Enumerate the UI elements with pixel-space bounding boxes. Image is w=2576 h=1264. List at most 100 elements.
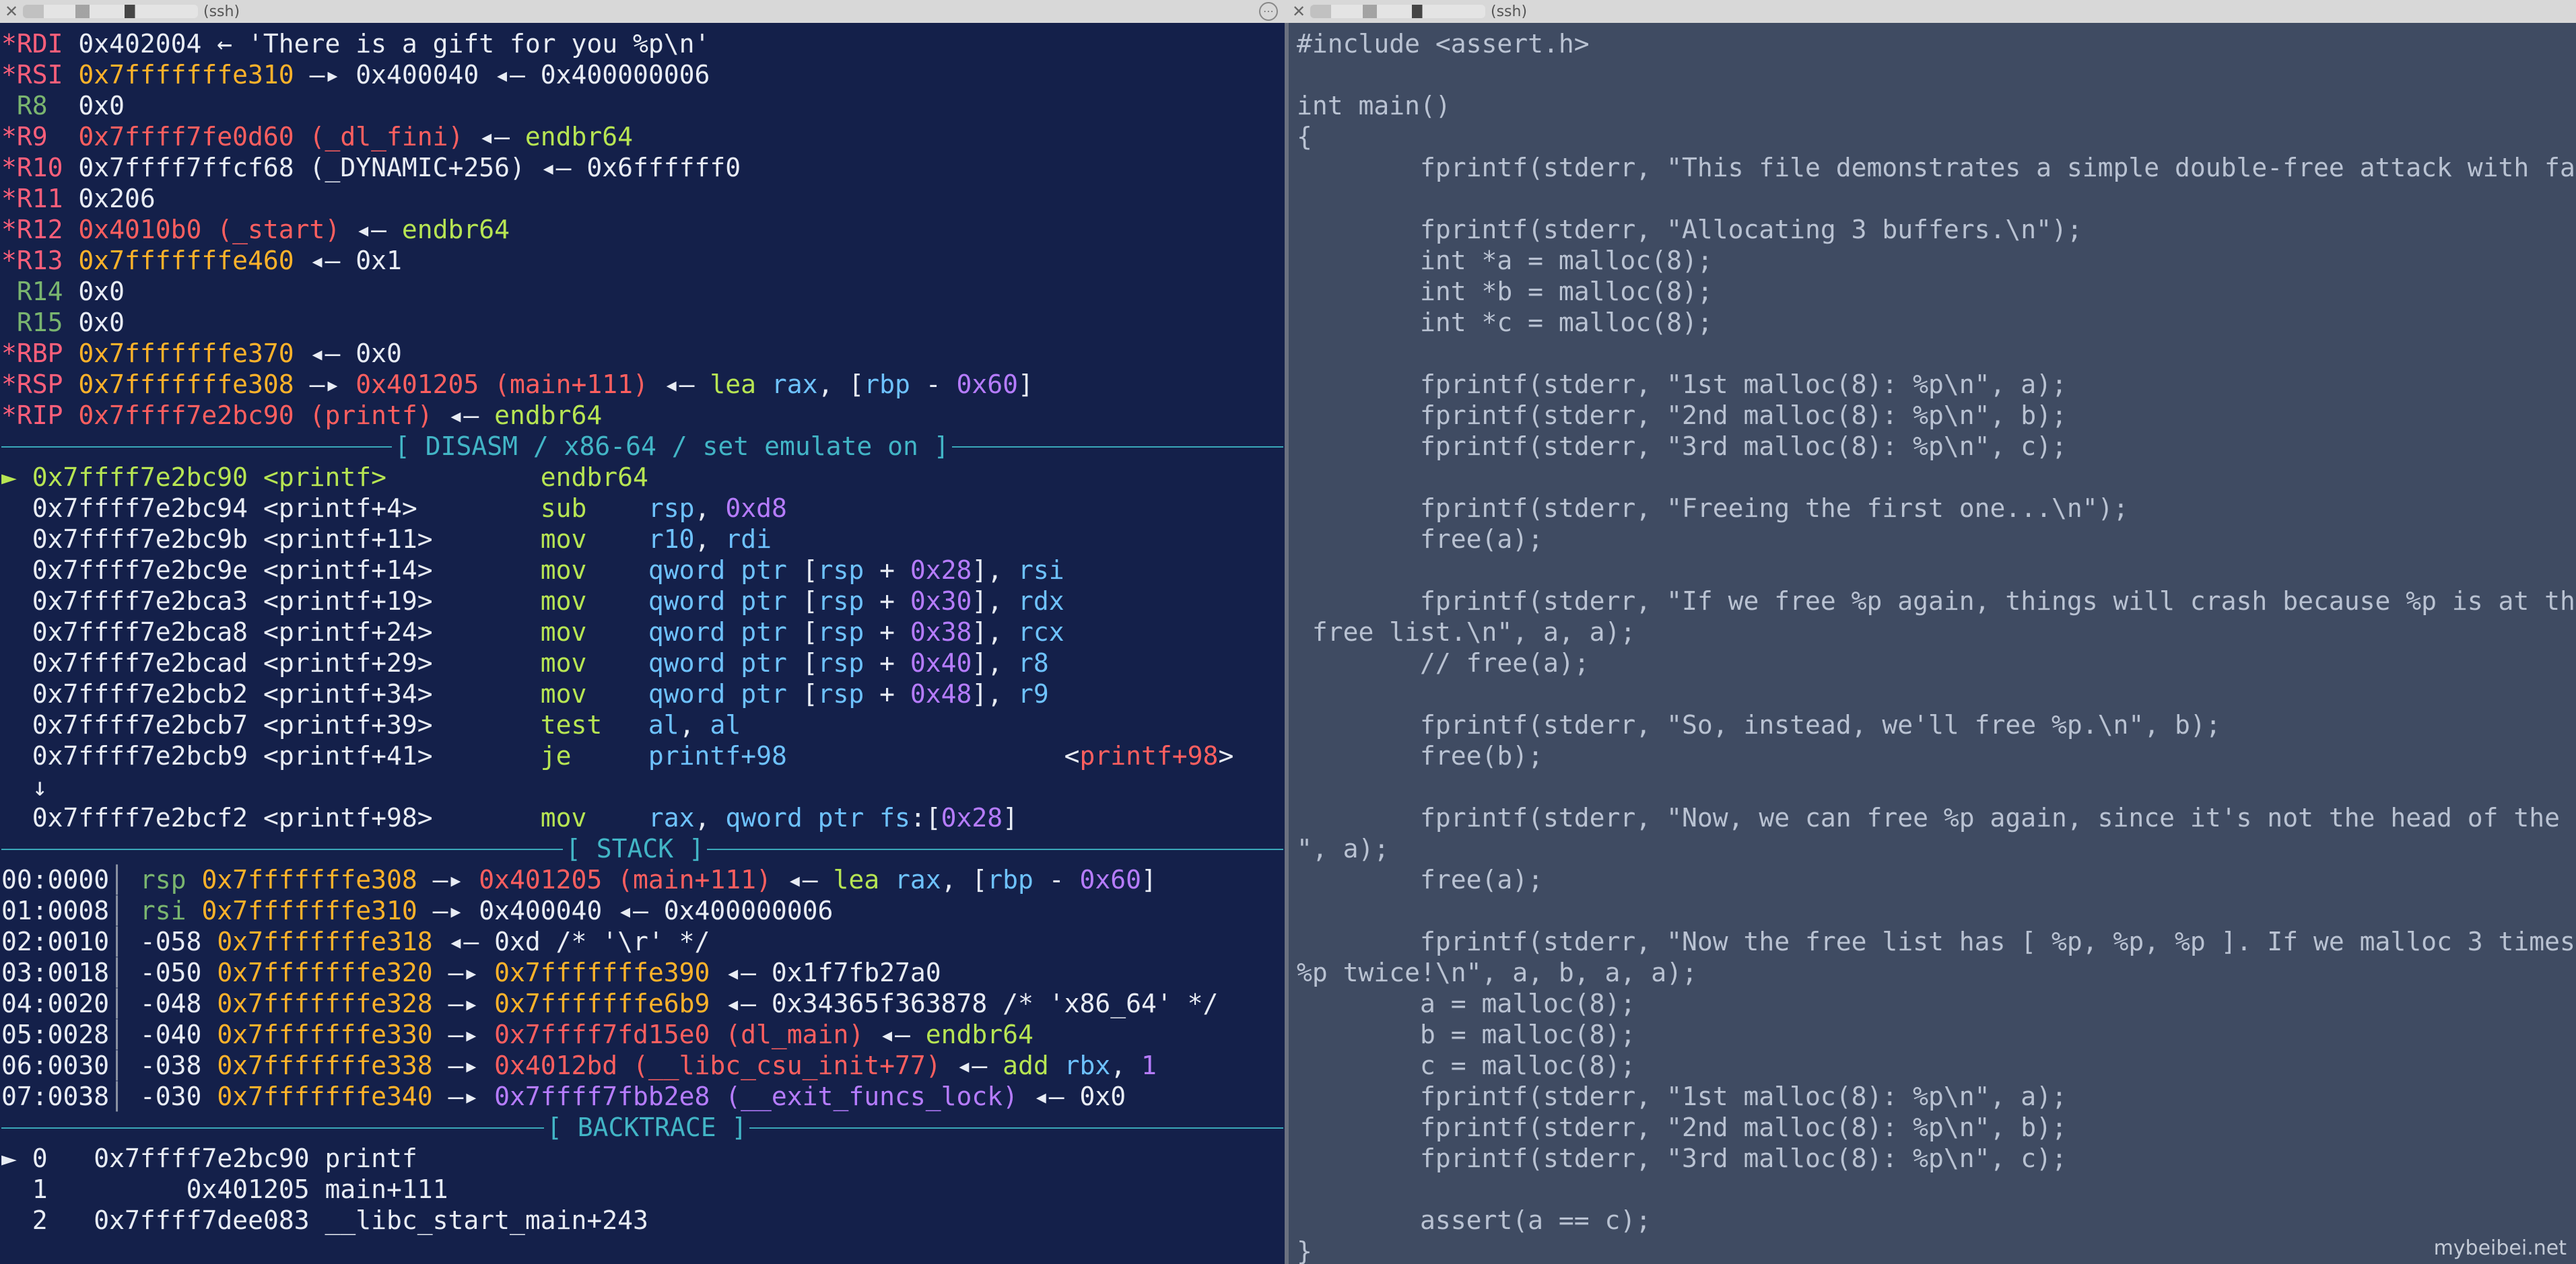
register-name: *RSI xyxy=(1,60,79,90)
source-line: fprintf(stderr, "Now, we can free %p aga… xyxy=(1297,802,2576,833)
close-icon[interactable]: ✕ xyxy=(0,2,23,21)
gutter xyxy=(1,1174,32,1204)
stack-register: -048 xyxy=(139,989,217,1018)
instruction-symbol: <printf+39> xyxy=(263,710,541,740)
gutter xyxy=(1,617,32,647)
register-value: —▸ 0x400040 ◂— 0x400000006 xyxy=(294,60,710,90)
source-line: ", a); xyxy=(1297,833,2576,864)
disasm-row: 0x7ffff7e2bcb9 <printf+41> je printf+98 … xyxy=(1,740,1285,771)
backtrace-row: ► 0 0x7ffff7e2bc90 printf xyxy=(1,1143,1285,1174)
source-line xyxy=(1297,183,2576,214)
disasm-row: 0x7ffff7e2bcb7 <printf+39> test al, al xyxy=(1,709,1285,740)
register-value: - xyxy=(910,370,957,399)
stack-row: 05:0028│ -040 0x7fffffffe330 —▸ 0x7ffff7… xyxy=(1,1019,1285,1050)
tab-left-session[interactable]: ✕ (ssh) ⋯ xyxy=(0,0,1285,23)
source-line xyxy=(1297,59,2576,90)
stack-row: 00:0000│ rsp 0x7fffffffe308 —▸ 0x401205 … xyxy=(1,864,1285,895)
source-line: fprintf(stderr, "This file demonstrates … xyxy=(1297,152,2576,183)
stack-index: 01:0008 xyxy=(1,896,110,925)
source-text: fprintf(stderr, "1st malloc(8): %p\n", a… xyxy=(1297,1082,2067,1111)
instruction-mnemonic: endbr64 xyxy=(540,462,648,492)
disasm-separator-label: [ DISASM / x86-64 / set emulate on ] xyxy=(392,431,952,462)
source-text: b = malloc(8); xyxy=(1297,1020,1636,1049)
source-line: fprintf(stderr, "If we free %p again, th… xyxy=(1297,586,2576,617)
instruction-operand: + xyxy=(864,586,910,616)
tab-right-session[interactable]: ✕ (ssh) xyxy=(1287,0,2576,23)
instruction-symbol: <printf> xyxy=(263,462,541,492)
source-text: ", a); xyxy=(1297,834,1390,864)
gutter xyxy=(1,524,32,554)
source-text: // free(a); xyxy=(1297,648,1590,678)
stack-value: —▸ xyxy=(432,1082,495,1111)
frame-address: 0x401205 xyxy=(94,1174,310,1204)
source-line: int main() xyxy=(1297,90,2576,121)
source-line xyxy=(1297,771,2576,802)
stack-value: —▸ xyxy=(432,1020,495,1049)
disasm-row: 0x7ffff7e2bcf2 <printf+98> mov rax, qwor… xyxy=(1,802,1285,833)
source-text: } xyxy=(1297,1236,1312,1264)
gdb-pwndbg-pane[interactable]: *RDI 0x402004 ← 'There is a gift for you… xyxy=(0,23,1285,1264)
register-name: *R13 xyxy=(1,246,79,275)
source-line: c = malloc(8); xyxy=(1297,1050,2576,1081)
register-name: R8 xyxy=(1,91,79,120)
tab-title: (ssh) xyxy=(203,3,240,20)
stack-divider: │ xyxy=(109,896,140,925)
instruction-operand: [ xyxy=(802,679,818,709)
register-row: *R9 0x7ffff7fe0d60 (_dl_fini) ◂— endbr64 xyxy=(1,121,1285,152)
gutter xyxy=(1,803,32,833)
instruction-mnemonic: mov xyxy=(540,679,648,709)
stack-value: 0x7ffff7fd15e0 (dl_main) xyxy=(494,1020,865,1049)
jump-arrow-icon: ↓ xyxy=(1,772,48,802)
register-name: *R12 xyxy=(1,215,79,244)
frame-number: 2 xyxy=(32,1205,48,1235)
source-text: int main() xyxy=(1297,91,1451,120)
frame-address: 0x7ffff7e2bc90 xyxy=(94,1144,310,1173)
terminal-window: ✕ (ssh) ⋯ ✕ (ssh) *RDI 0x402004 ← 'There… xyxy=(0,0,2576,1264)
instruction-address: 0x7ffff7e2bca8 xyxy=(32,617,248,647)
register-row: *R13 0x7fffffffe460 ◂— 0x1 xyxy=(1,245,1285,276)
instruction-operand: , xyxy=(694,524,726,554)
register-value: ◂— xyxy=(432,400,495,430)
instruction-mnemonic: sub xyxy=(540,493,648,523)
instruction-operand: [ xyxy=(802,617,818,647)
stack-row: 01:0008│ rsi 0x7fffffffe310 —▸ 0x400040 … xyxy=(1,895,1285,926)
stack-register: -030 xyxy=(139,1082,217,1111)
stack-value: 0x7fffffffe320 xyxy=(217,958,433,987)
close-icon[interactable]: ✕ xyxy=(1287,2,1310,21)
frame-number: 1 xyxy=(32,1174,48,1204)
more-icon[interactable]: ⋯ xyxy=(1259,2,1278,21)
register-row: *RSP 0x7fffffffe308 —▸ 0x401205 (main+11… xyxy=(1,369,1285,400)
register-row: *R11 0x206 xyxy=(1,183,1285,214)
register-row: *RBP 0x7fffffffe370 ◂— 0x0 xyxy=(1,338,1285,369)
register-name: *R10 xyxy=(1,153,79,182)
source-text: fprintf(stderr, "3rd malloc(8): %p\n", c… xyxy=(1297,431,2067,461)
stack-index: 02:0010 xyxy=(1,927,110,956)
stack-divider: │ xyxy=(109,1051,140,1080)
source-line: } xyxy=(1297,1236,2576,1264)
instruction-operand: + xyxy=(864,648,910,678)
instruction-operand: rsp xyxy=(817,586,865,616)
instruction-operand: 0x48 xyxy=(910,679,972,709)
instruction-operand: 0x38 xyxy=(910,617,972,647)
register-name: *RSP xyxy=(1,370,79,399)
redacted-hostname xyxy=(23,5,198,18)
source-code-pane[interactable]: #include <assert.h> int main(){ fprintf(s… xyxy=(1289,23,2576,1264)
disasm-row: 0x7ffff7e2bcb2 <printf+34> mov qword ptr… xyxy=(1,678,1285,709)
stack-value: —▸ xyxy=(432,989,495,1018)
instruction-operand: qword ptr xyxy=(648,555,803,585)
instruction-operand: 0x28 xyxy=(910,555,972,585)
disasm-row: 0x7ffff7e2bc9b <printf+11> mov r10, rdi xyxy=(1,524,1285,555)
instruction-operand: qword ptr xyxy=(648,617,803,647)
source-line: fprintf(stderr, "1st malloc(8): %p\n", a… xyxy=(1297,1081,2576,1112)
register-value: rbp xyxy=(864,370,910,399)
register-name: *RDI xyxy=(1,29,79,59)
register-value: ◂— xyxy=(648,370,710,399)
disasm-row: 0x7ffff7e2bc9e <printf+14> mov qword ptr… xyxy=(1,555,1285,586)
instruction-operand: qword ptr xyxy=(648,586,803,616)
watermark: mybeibei.net xyxy=(2433,1236,2567,1260)
source-text: fprintf(stderr, "Now, we can free %p aga… xyxy=(1420,803,2576,833)
